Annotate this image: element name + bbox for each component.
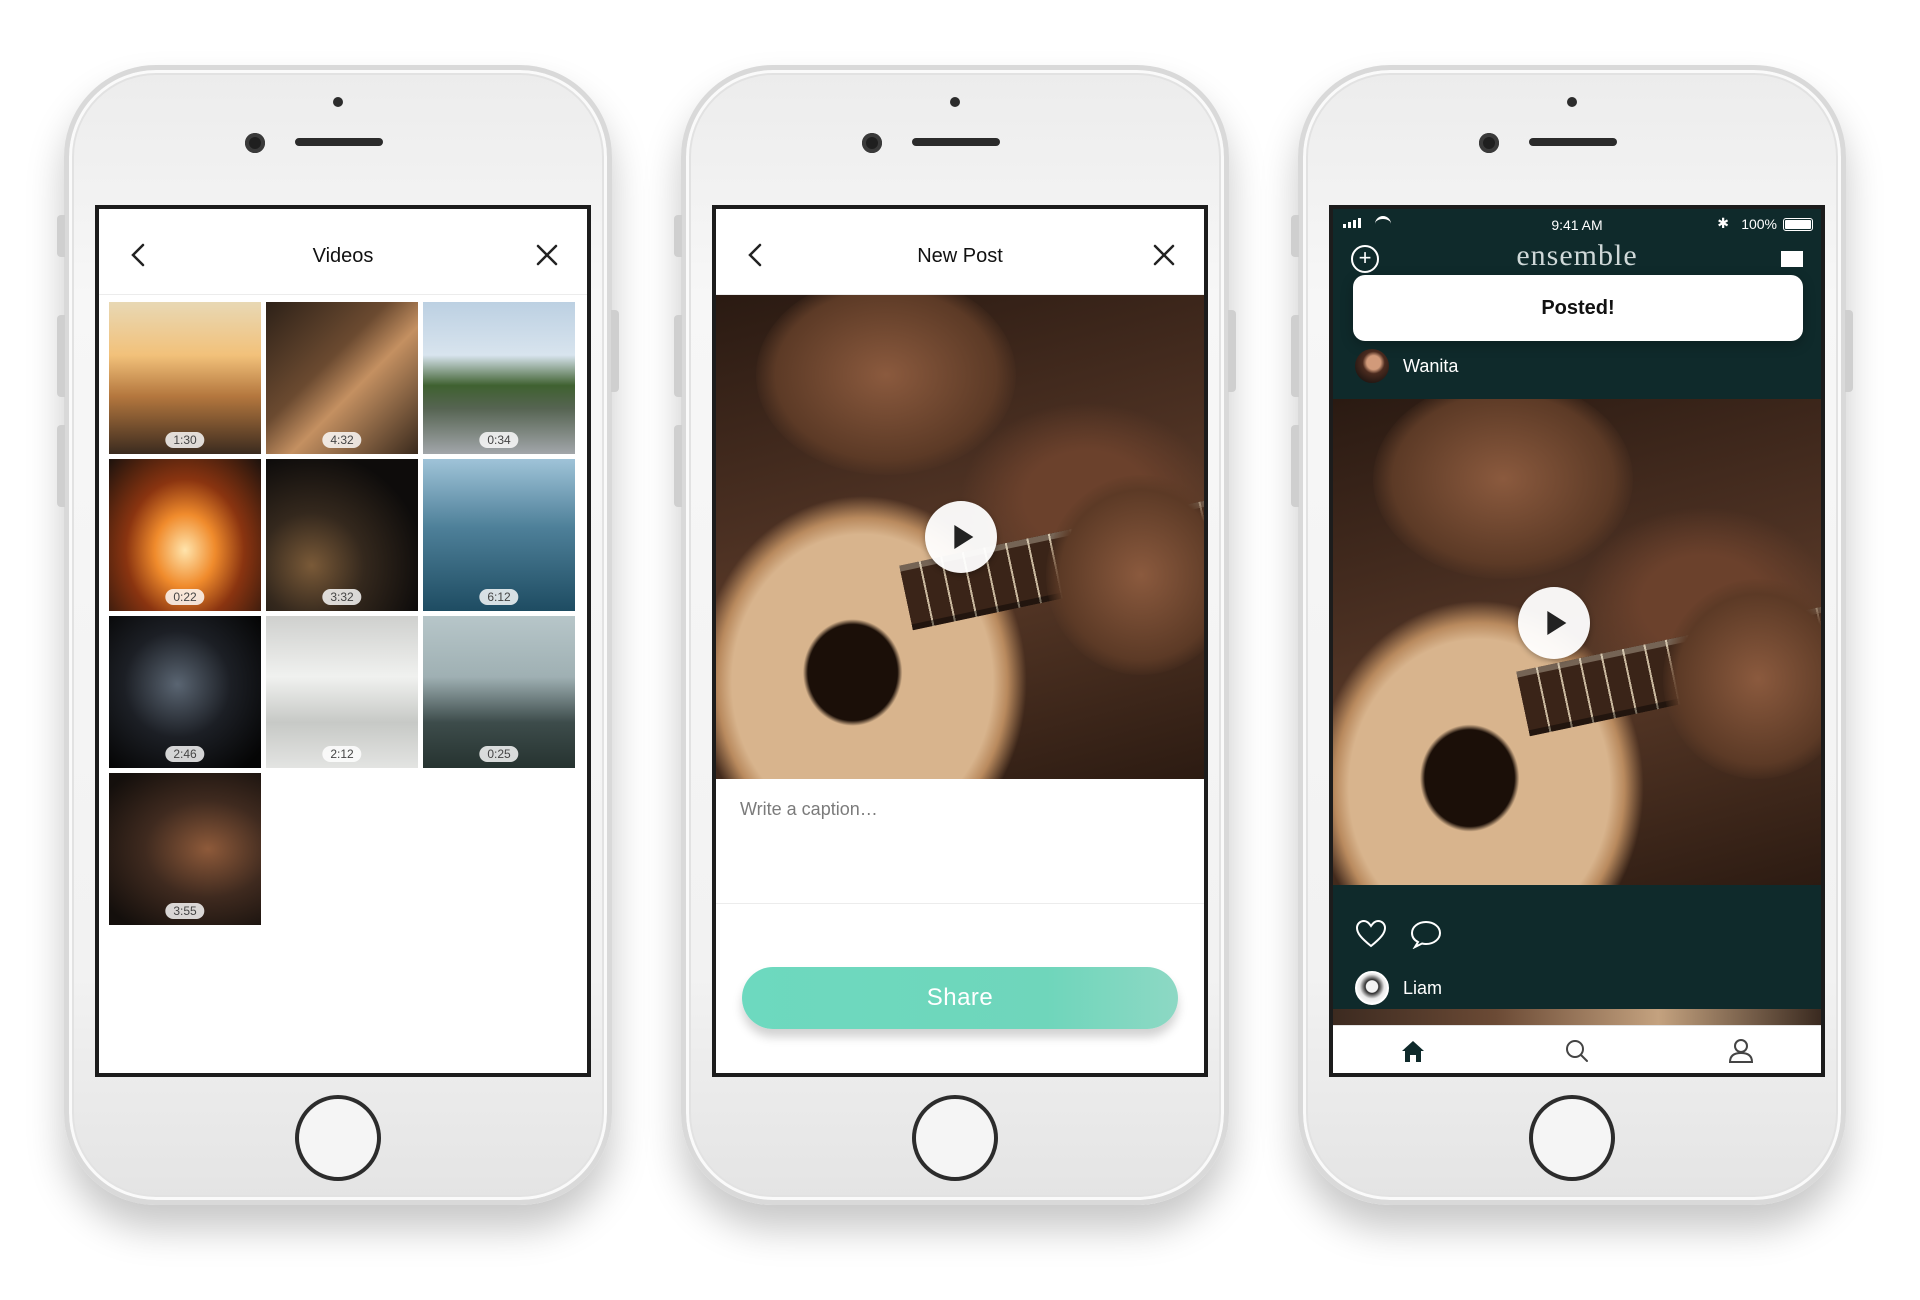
earpiece-speaker — [1529, 138, 1617, 146]
home-icon[interactable] — [1399, 1038, 1427, 1064]
fretting-hand — [1663, 579, 1821, 779]
earpiece-speaker — [295, 138, 383, 146]
heart-icon[interactable] — [1355, 919, 1387, 949]
video-duration: 0:34 — [479, 432, 519, 448]
video-duration: 1:30 — [165, 432, 205, 448]
next-post-author[interactable]: Liam — [1355, 971, 1442, 1005]
page-title: Videos — [312, 245, 374, 267]
video-grid: 1:30 4:32 0:34 0:22 3:32 6:12 2:46 2:12 … — [109, 302, 583, 925]
battery-percent: 100% — [1741, 216, 1777, 232]
video-duration: 2:46 — [165, 746, 205, 762]
play-icon[interactable] — [925, 501, 997, 573]
video-duration: 4:32 — [322, 432, 362, 448]
video-duration: 0:25 — [479, 746, 519, 762]
front-camera — [862, 133, 882, 153]
video-thumbnail[interactable]: 0:25 — [423, 616, 575, 768]
post-video[interactable] — [1333, 399, 1821, 885]
posted-toast: Posted! — [1353, 275, 1803, 341]
profile-icon[interactable] — [1727, 1038, 1755, 1064]
phone-feed: 9:41 AM ✱ 100% + ensemble Posted! Wanita — [1291, 65, 1853, 1205]
video-thumbnail[interactable]: 0:34 — [423, 302, 575, 454]
post-actions — [1355, 919, 1443, 949]
avatar — [1355, 971, 1389, 1005]
video-thumbnail[interactable]: 3:32 — [266, 459, 418, 611]
strumming-hand — [756, 295, 1016, 475]
strumming-hand — [1373, 399, 1633, 579]
video-duration: 2:12 — [322, 746, 362, 762]
video-thumbnail[interactable]: 3:55 — [109, 773, 261, 925]
tab-bar — [1333, 1025, 1821, 1073]
video-thumbnail[interactable]: 4:32 — [266, 302, 418, 454]
close-icon[interactable] — [1144, 235, 1184, 275]
new-post-header: New Post — [716, 209, 1204, 295]
feed-screen: 9:41 AM ✱ 100% + ensemble Posted! Wanita — [1329, 205, 1825, 1077]
status-bar: 9:41 AM ✱ 100% — [1333, 209, 1821, 239]
post-author-name: Wanita — [1403, 355, 1459, 376]
video-duration: 6:12 — [479, 589, 519, 605]
front-camera — [245, 133, 265, 153]
home-button[interactable] — [295, 1095, 381, 1181]
video-thumbnail[interactable]: 2:12 — [266, 616, 418, 768]
inbox-icon[interactable] — [1781, 251, 1803, 267]
phone-new-post: New Post Share — [674, 65, 1236, 1205]
fretting-hand — [1046, 475, 1204, 675]
home-button[interactable] — [1529, 1095, 1615, 1181]
battery-icon — [1783, 218, 1813, 231]
app-logo: ensemble — [1516, 239, 1638, 272]
next-post-author-name: Liam — [1403, 977, 1443, 998]
video-duration: 0:22 — [165, 589, 205, 605]
share-button[interactable]: Share — [742, 967, 1178, 1029]
play-icon[interactable] — [1518, 587, 1590, 659]
close-icon[interactable] — [527, 235, 567, 275]
video-duration: 3:32 — [322, 589, 362, 605]
video-thumbnail[interactable]: 2:46 — [109, 616, 261, 768]
video-thumbnail[interactable]: 0:22 — [109, 459, 261, 611]
videos-screen: Videos 1:30 4:32 0:34 0:22 3:32 6:12 2:4… — [95, 205, 591, 1077]
video-thumbnail[interactable]: 1:30 — [109, 302, 261, 454]
front-camera — [1479, 133, 1499, 153]
phone-videos: Videos 1:30 4:32 0:34 0:22 3:32 6:12 2:4… — [57, 65, 619, 1205]
bluetooth-icon: ✱ — [1717, 215, 1729, 231]
home-button[interactable] — [912, 1095, 998, 1181]
comment-icon[interactable] — [1409, 919, 1443, 949]
page-title: New Post — [917, 245, 1003, 267]
video-thumbnail[interactable]: 6:12 — [423, 459, 575, 611]
video-preview[interactable] — [716, 295, 1204, 779]
earpiece-speaker — [912, 138, 1000, 146]
new-post-screen: New Post Share — [712, 205, 1208, 1077]
video-duration: 3:55 — [165, 903, 205, 919]
avatar — [1355, 349, 1389, 383]
sensor-dot — [333, 97, 343, 107]
caption-input[interactable] — [716, 779, 1204, 904]
search-icon[interactable] — [1563, 1038, 1591, 1064]
sensor-dot — [950, 97, 960, 107]
videos-header: Videos — [99, 209, 587, 295]
sensor-dot — [1567, 97, 1577, 107]
post-author[interactable]: Wanita — [1355, 349, 1458, 383]
